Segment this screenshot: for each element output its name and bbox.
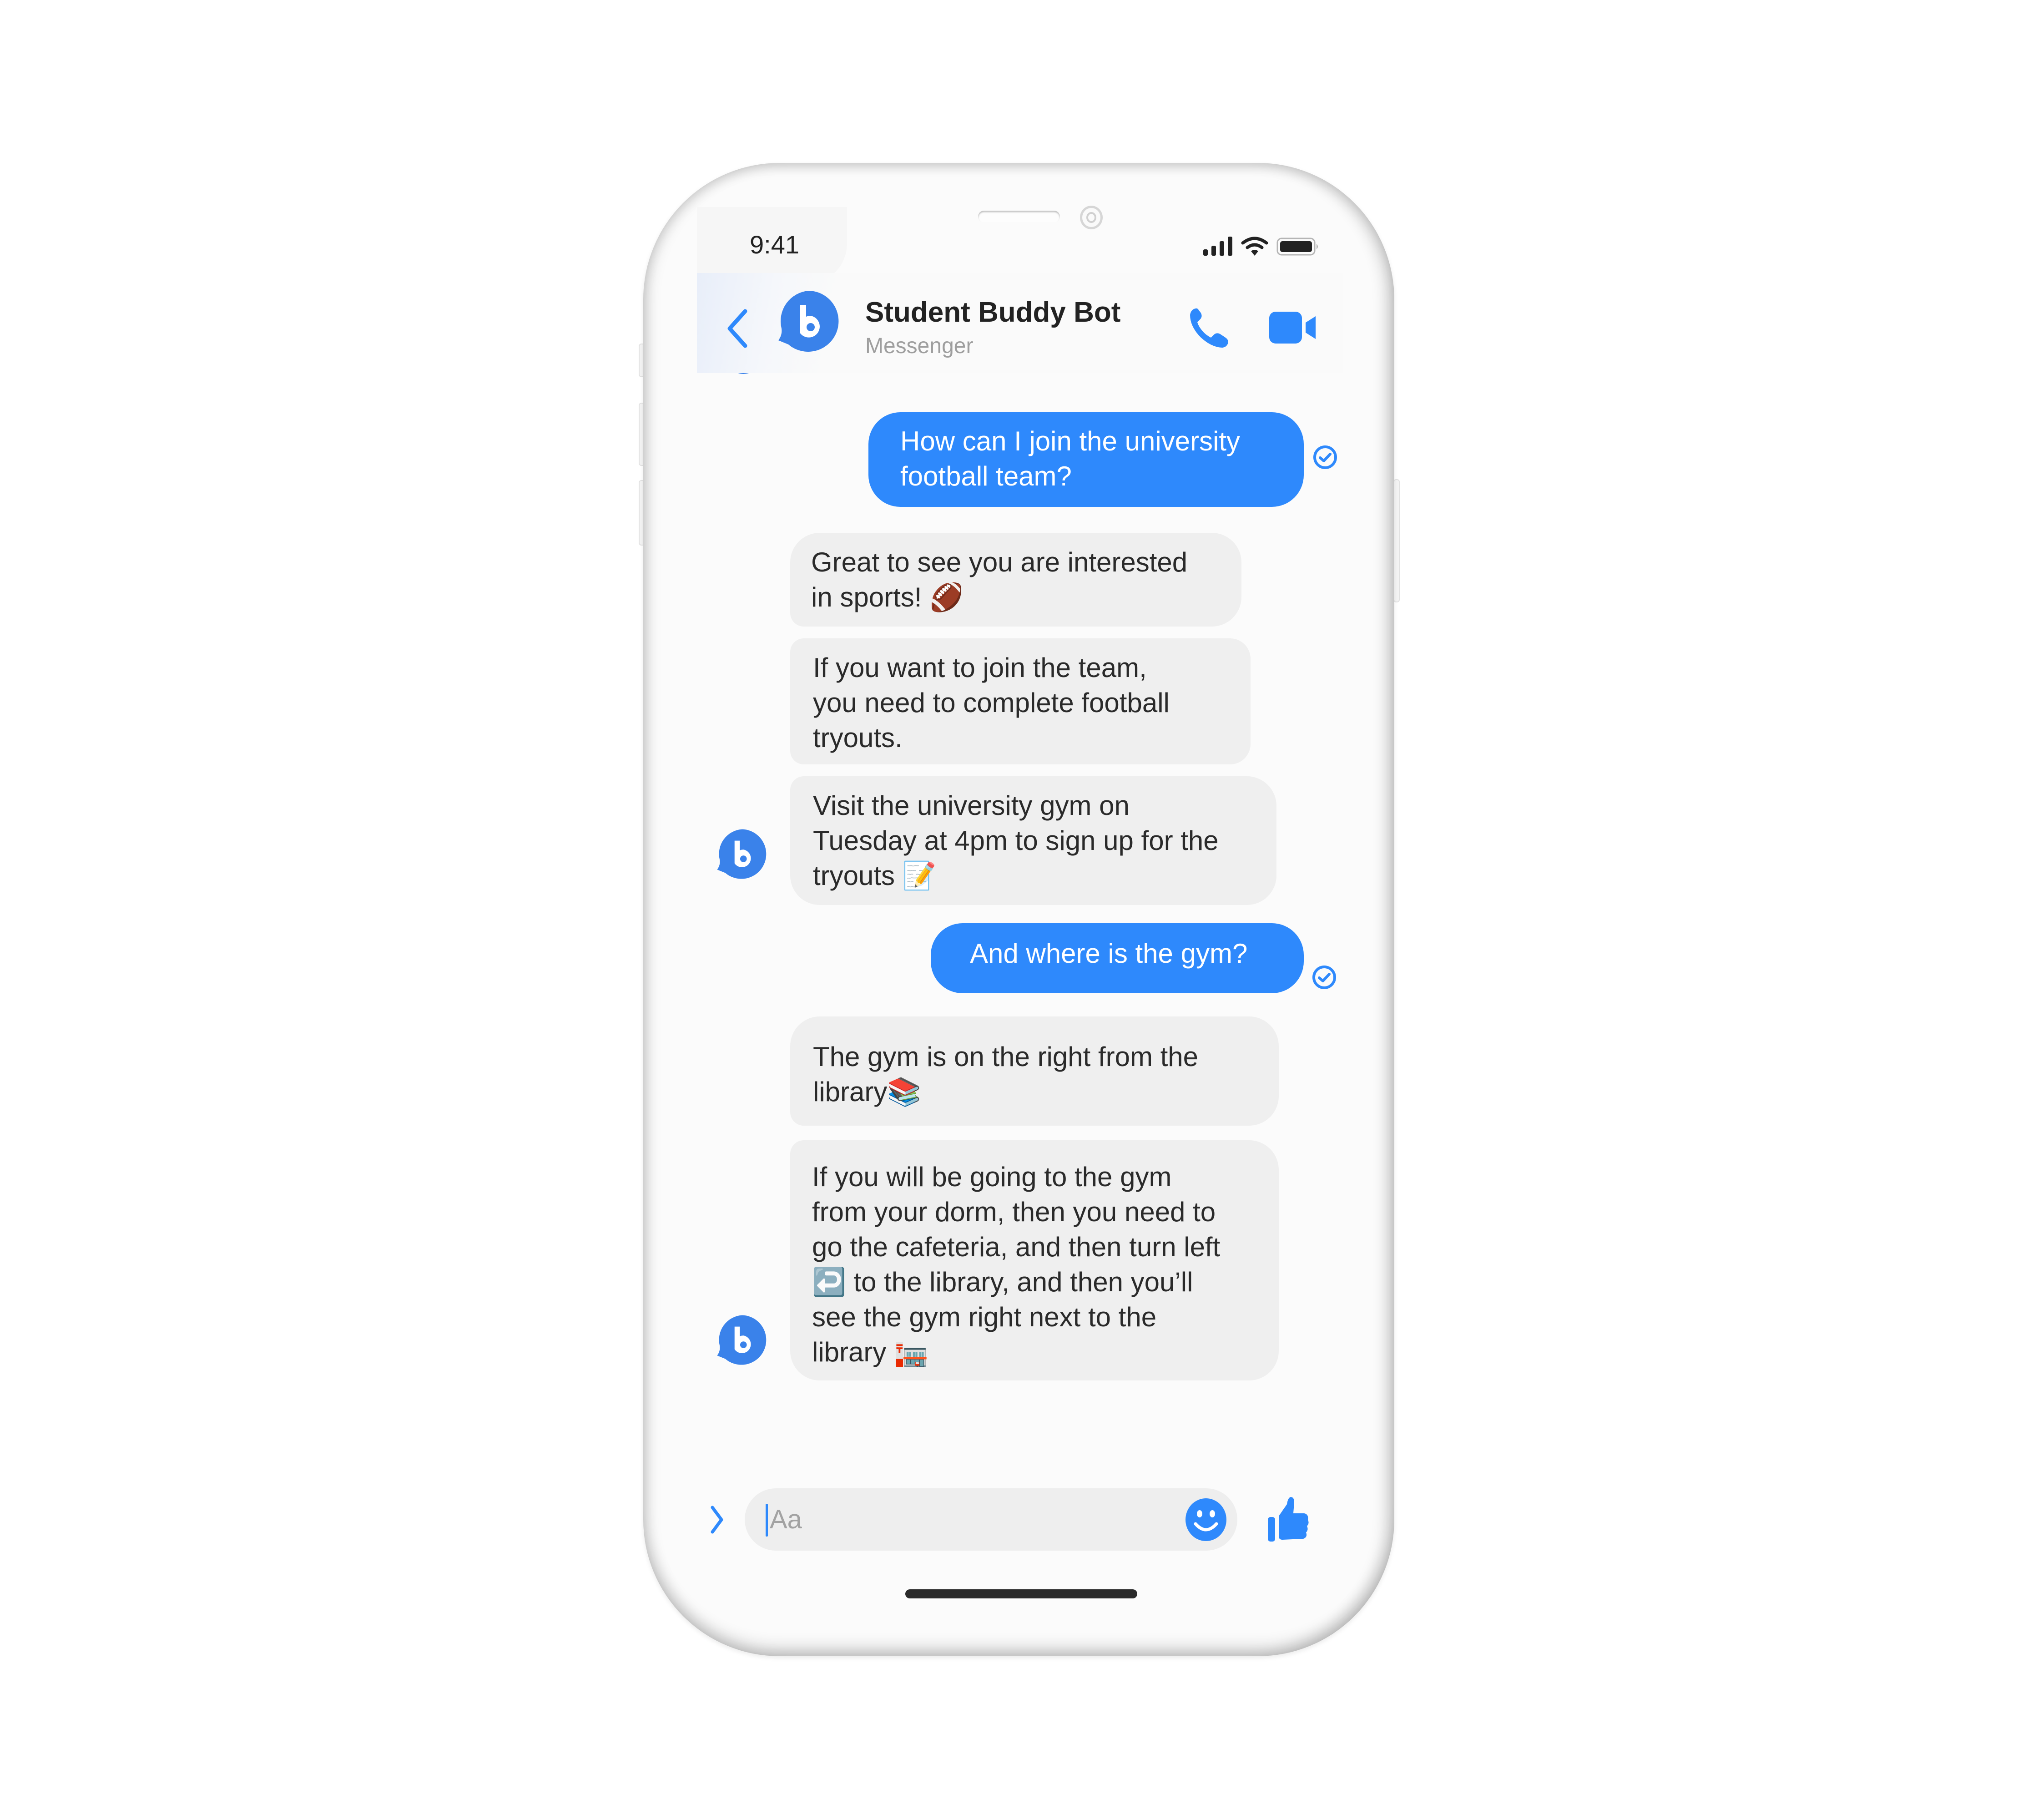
- message-line: tryouts.: [813, 723, 903, 753]
- message-line: library 🏣: [812, 1337, 928, 1367]
- front-camera: [1080, 206, 1103, 229]
- sent-check-icon: [1313, 445, 1337, 469]
- bot-avatar-header[interactable]: [777, 289, 841, 353]
- message-line: see the gym right next to the: [812, 1302, 1157, 1332]
- message-bubble-user: How can I join the university football t…: [868, 412, 1304, 507]
- message-line: go the cafeteria, and then turn left: [812, 1232, 1221, 1262]
- bot-avatar-icon: [717, 829, 767, 879]
- chevron-left-icon[interactable]: [724, 308, 752, 349]
- message-line: from your dorm, then you need to: [812, 1197, 1216, 1227]
- chat-subtitle: Messenger: [865, 334, 974, 358]
- message-bubble-bot: Great to see you are interested in sport…: [790, 533, 1241, 627]
- status-time: 9:41: [750, 230, 799, 259]
- message-line: How can I join the university: [900, 426, 1241, 456]
- message-input[interactable]: [745, 1488, 1237, 1551]
- phone-frame: [643, 163, 1394, 1656]
- video-camera-icon[interactable]: [1268, 311, 1318, 345]
- message-line: Great to see you are interested: [811, 547, 1188, 577]
- message-bubble-bot: Visit the university gym on Tuesday at 4…: [790, 776, 1276, 905]
- message-bubble-user: And where is the gym?: [931, 923, 1304, 993]
- message-line: If you want to join the team,: [813, 652, 1147, 683]
- chevron-right-icon[interactable]: [708, 1504, 726, 1536]
- message-line: And where is the gym?: [970, 938, 1248, 969]
- message-line: library📚: [813, 1077, 922, 1107]
- phone-icon[interactable]: [1188, 306, 1230, 349]
- smiley-icon[interactable]: [1185, 1497, 1227, 1542]
- message-input-placeholder: Aa: [770, 1505, 802, 1534]
- text-caret: [766, 1504, 768, 1537]
- message-bubble-bot: If you will be going to the gym from you…: [790, 1140, 1279, 1380]
- message-line: football team?: [900, 461, 1072, 491]
- signal-icon: [1203, 237, 1232, 256]
- sent-check-icon: [1312, 966, 1336, 989]
- message-line: The gym is on the right from the: [813, 1041, 1199, 1072]
- chat-title: Student Buddy Bot: [865, 297, 1121, 328]
- message-bubble-bot: If you want to join the team, you need t…: [790, 638, 1251, 764]
- message-line: Visit the university gym on: [813, 790, 1130, 821]
- message-line: you need to complete football: [813, 688, 1170, 718]
- power-button: [1393, 479, 1400, 602]
- wifi-icon: [1241, 237, 1268, 256]
- message-line: If you will be going to the gym: [812, 1162, 1172, 1192]
- bot-avatar-icon: [717, 1315, 767, 1365]
- message-line: in sports! 🏈: [811, 582, 964, 612]
- message-line: Tuesday at 4pm to sign up for the: [813, 825, 1219, 856]
- message-line: ↩️ to the library, and then you’ll: [812, 1267, 1193, 1297]
- speaker-grille: [978, 211, 1060, 222]
- thumbs-up-icon[interactable]: [1266, 1496, 1310, 1543]
- message-line: tryouts 📝: [813, 860, 937, 891]
- message-bubble-bot: The gym is on the right from the library…: [790, 1016, 1279, 1126]
- home-indicator[interactable]: [905, 1589, 1137, 1598]
- battery-icon: [1276, 238, 1318, 256]
